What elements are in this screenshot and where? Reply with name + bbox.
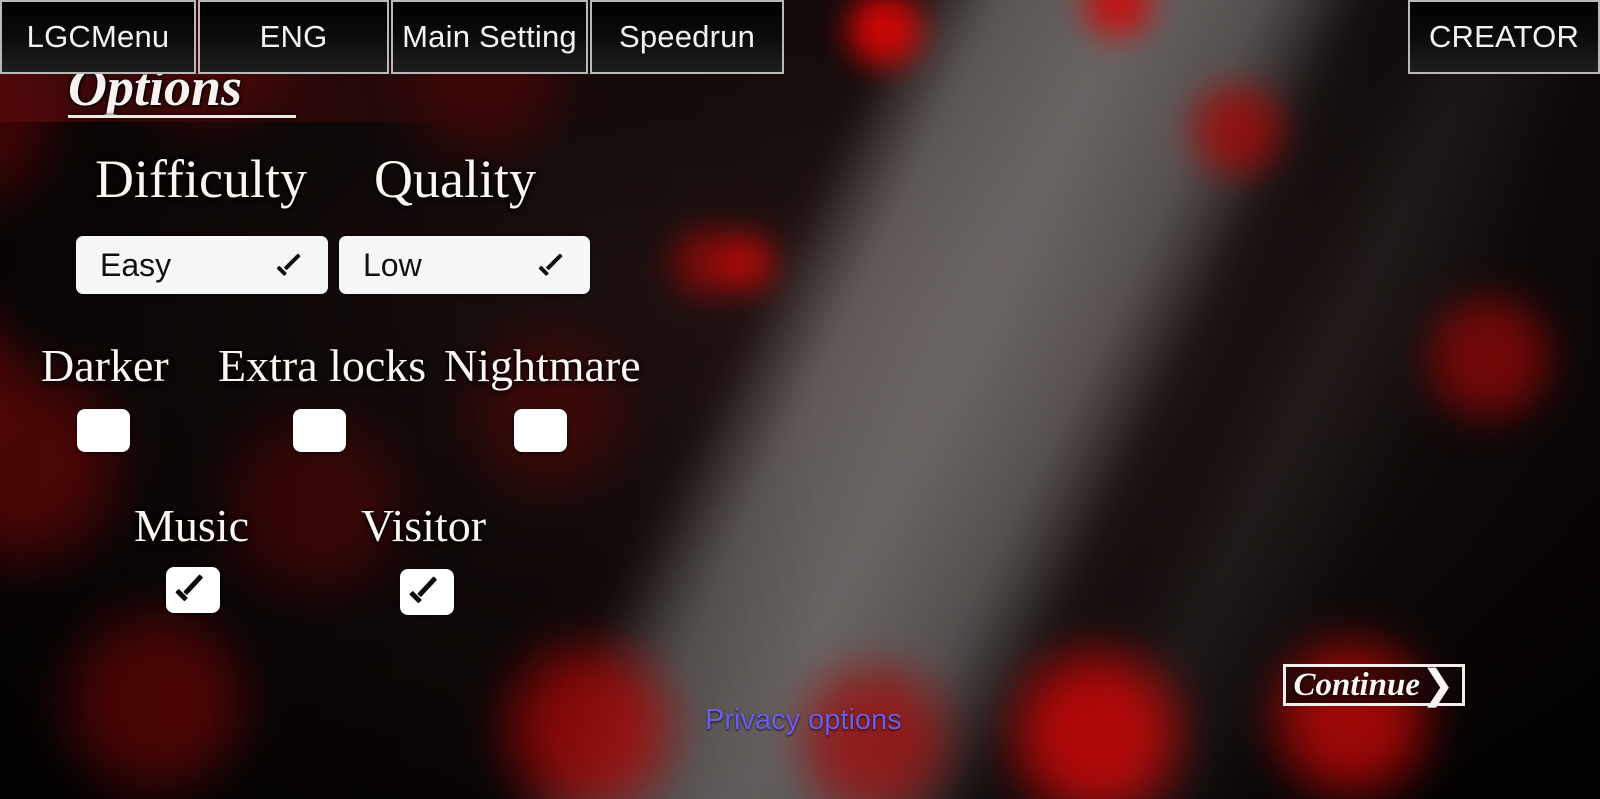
options-panel: Options Difficulty Easy Quality Low Dark…	[0, 0, 1600, 799]
nav-button-lgcmenu[interactable]: LGCMenu	[0, 0, 196, 74]
nav-right-group: CREATOR	[1408, 0, 1600, 74]
music-label: Music	[134, 500, 249, 551]
nav-button-main-setting[interactable]: Main Setting	[391, 0, 588, 74]
difficulty-label: Difficulty	[95, 149, 307, 209]
nightmare-checkbox[interactable]	[514, 409, 567, 452]
game-options-screen: LGCMenu ENG Main Setting Speedrun CREATO…	[0, 0, 1600, 799]
darker-label: Darker	[41, 340, 169, 391]
continue-button-label: Continue	[1293, 666, 1421, 703]
continue-button[interactable]: Continue ❯	[1283, 664, 1465, 706]
nav-button-eng[interactable]: ENG	[198, 0, 389, 74]
visitor-label: Visitor	[361, 500, 487, 551]
quality-dropdown[interactable]: Low	[339, 236, 590, 294]
privacy-options-link[interactable]: Privacy options	[705, 704, 902, 737]
nightmare-label: Nightmare	[444, 340, 641, 391]
chevron-right-icon: ❯	[1421, 661, 1455, 707]
darker-checkbox[interactable]	[77, 409, 130, 452]
difficulty-dropdown[interactable]: Easy	[76, 236, 328, 294]
top-navigation-bar: LGCMenu ENG Main Setting Speedrun CREATO…	[0, 0, 1600, 78]
nav-left-group: LGCMenu ENG Main Setting Speedrun	[0, 0, 786, 74]
checkmark-icon	[538, 253, 568, 277]
title-underline	[68, 115, 296, 118]
checkmark-icon	[276, 253, 306, 277]
quality-selected-value: Low	[363, 247, 422, 283]
nav-button-creator[interactable]: CREATOR	[1408, 0, 1600, 74]
music-checkbox[interactable]	[166, 567, 220, 613]
difficulty-selected-value: Easy	[100, 247, 172, 283]
quality-label: Quality	[374, 149, 536, 209]
visitor-checkbox[interactable]	[400, 569, 454, 615]
extra-locks-label: Extra locks	[218, 340, 427, 391]
nav-button-speedrun[interactable]: Speedrun	[590, 0, 784, 74]
extra-locks-checkbox[interactable]	[293, 409, 346, 452]
